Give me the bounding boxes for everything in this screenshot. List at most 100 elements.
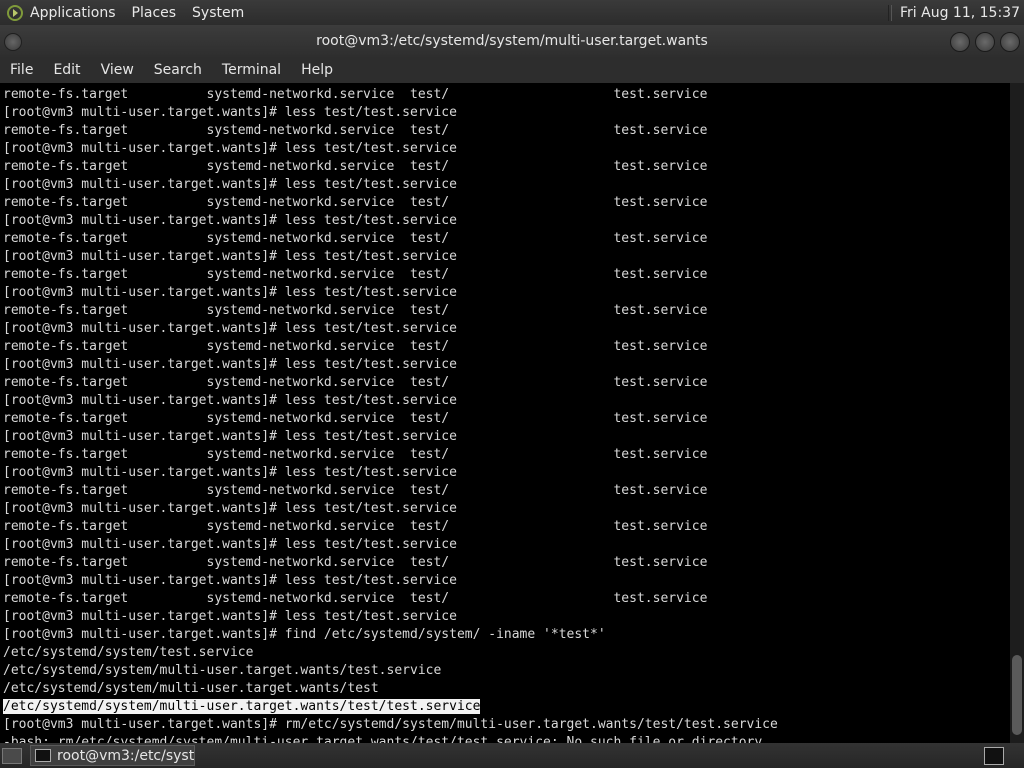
distro-logo-icon[interactable] [6, 4, 24, 22]
show-desktop-icon[interactable] [2, 747, 22, 764]
terminal-line-text: [root@vm3 multi-user.target.wants]# less… [3, 393, 457, 408]
terminal-line-text: remote-fs.target systemd-networkd.servic… [3, 411, 708, 426]
applications-menu[interactable]: Applications [30, 5, 116, 21]
terminal-line-text: [root@vm3 multi-user.target.wants]# less… [3, 321, 457, 336]
terminal-line-text: remote-fs.target systemd-networkd.servic… [3, 123, 708, 138]
terminal-line-text: [root@vm3 multi-user.target.wants]# less… [3, 609, 457, 624]
menu-search[interactable]: Search [154, 62, 202, 78]
terminal-line-text: [root@vm3 multi-user.target.wants]# less… [3, 285, 457, 300]
menu-file[interactable]: File [10, 62, 33, 78]
maximize-button[interactable] [975, 32, 995, 52]
terminal-line: [root@vm3 multi-user.target.wants]# find… [3, 626, 1010, 644]
terminal-line-text: remote-fs.target systemd-networkd.servic… [3, 87, 708, 102]
places-menu[interactable]: Places [132, 5, 177, 21]
menu-help[interactable]: Help [301, 62, 333, 78]
terminal-line-text: remote-fs.target systemd-networkd.servic… [3, 483, 708, 498]
terminal-line-text: [root@vm3 multi-user.target.wants]# less… [3, 501, 457, 516]
panel-separator [888, 4, 893, 21]
terminal-line-text: [root@vm3 multi-user.target.wants]# find… [3, 627, 606, 642]
terminal-line-text: remote-fs.target systemd-networkd.servic… [3, 375, 708, 390]
terminal-line: /etc/systemd/system/multi-user.target.wa… [3, 698, 1010, 716]
close-button[interactable] [1000, 32, 1020, 52]
terminal-line: remote-fs.target systemd-networkd.servic… [3, 374, 1010, 392]
terminal-line-text: [root@vm3 multi-user.target.wants]# less… [3, 429, 457, 444]
terminal-line-text: -bash: rm/etc/systemd/system/multi-user.… [3, 735, 763, 743]
terminal-line: /etc/systemd/system/multi-user.target.wa… [3, 680, 1010, 698]
terminal-line-text: [root@vm3 multi-user.target.wants]# less… [3, 573, 457, 588]
terminal-line-text: remote-fs.target systemd-networkd.servic… [3, 303, 708, 318]
terminal-line: [root@vm3 multi-user.target.wants]# rm/e… [3, 716, 1010, 734]
clock[interactable]: Fri Aug 11, 15:37 [900, 5, 1020, 21]
terminal-line-text: remote-fs.target systemd-networkd.servic… [3, 267, 708, 282]
terminal-line-text: [root@vm3 multi-user.target.wants]# less… [3, 105, 457, 120]
terminal-line-text: remote-fs.target systemd-networkd.servic… [3, 231, 708, 246]
terminal-line: remote-fs.target systemd-networkd.servic… [3, 230, 1010, 248]
taskbar-window-button[interactable]: root@vm3:/etc/syst... [30, 745, 195, 766]
terminal-line: remote-fs.target systemd-networkd.servic… [3, 446, 1010, 464]
terminal-line: remote-fs.target systemd-networkd.servic… [3, 410, 1010, 428]
terminal-line-text: remote-fs.target systemd-networkd.servic… [3, 591, 708, 606]
terminal-line: [root@vm3 multi-user.target.wants]# less… [3, 536, 1010, 554]
terminal-icon[interactable] [984, 746, 1004, 765]
terminal-line: /etc/systemd/system/test.service [3, 644, 1010, 662]
terminal-scrollbar[interactable] [1010, 83, 1024, 743]
terminal-line-text: remote-fs.target systemd-networkd.servic… [3, 447, 708, 462]
terminal-line: [root@vm3 multi-user.target.wants]# less… [3, 392, 1010, 410]
terminal-line-text: /etc/systemd/system/test.service [3, 645, 254, 660]
terminal-line-text: /etc/systemd/system/multi-user.target.wa… [3, 663, 442, 678]
terminal-line: [root@vm3 multi-user.target.wants]# less… [3, 320, 1010, 338]
terminal-line: remote-fs.target systemd-networkd.servic… [3, 266, 1010, 284]
terminal-line: [root@vm3 multi-user.target.wants]# less… [3, 500, 1010, 518]
window-title: root@vm3:/etc/systemd/system/multi-user.… [316, 33, 708, 49]
terminal-line: remote-fs.target systemd-networkd.servic… [3, 122, 1010, 140]
terminal-line-text: /etc/systemd/system/multi-user.target.wa… [3, 699, 481, 714]
terminal-line: [root@vm3 multi-user.target.wants]# less… [3, 140, 1010, 158]
terminal-line-text: remote-fs.target systemd-networkd.servic… [3, 159, 708, 174]
terminal-line: [root@vm3 multi-user.target.wants]# less… [3, 104, 1010, 122]
terminal-line: -bash: rm/etc/systemd/system/multi-user.… [3, 734, 1010, 743]
terminal-line: [root@vm3 multi-user.target.wants]# less… [3, 176, 1010, 194]
terminal-line-text: remote-fs.target systemd-networkd.servic… [3, 519, 708, 534]
minimize-button[interactable] [950, 32, 970, 52]
terminal-line: [root@vm3 multi-user.target.wants]# less… [3, 464, 1010, 482]
terminal-line-text: remote-fs.target systemd-networkd.servic… [3, 339, 708, 354]
terminal-line: [root@vm3 multi-user.target.wants]# less… [3, 212, 1010, 230]
terminal-line: remote-fs.target systemd-networkd.servic… [3, 86, 1010, 104]
terminal-line: remote-fs.target systemd-networkd.servic… [3, 482, 1010, 500]
scrollbar-thumb[interactable] [1012, 655, 1022, 735]
terminal-line-text: [root@vm3 multi-user.target.wants]# rm/e… [3, 717, 778, 732]
terminal-line-text: [root@vm3 multi-user.target.wants]# less… [3, 249, 457, 264]
terminal-line: [root@vm3 multi-user.target.wants]# less… [3, 284, 1010, 302]
menubar: File Edit View Search Terminal Help [0, 57, 1024, 83]
terminal-line-text: [root@vm3 multi-user.target.wants]# less… [3, 177, 457, 192]
terminal-line: remote-fs.target systemd-networkd.servic… [3, 554, 1010, 572]
terminal-line: remote-fs.target systemd-networkd.servic… [3, 590, 1010, 608]
taskbar-window-label: root@vm3:/etc/syst... [57, 747, 195, 764]
terminal-line-text: [root@vm3 multi-user.target.wants]# less… [3, 537, 457, 552]
terminal-line: remote-fs.target systemd-networkd.servic… [3, 158, 1010, 176]
terminal-line: [root@vm3 multi-user.target.wants]# less… [3, 572, 1010, 590]
terminal-line-text: /etc/systemd/system/multi-user.target.wa… [3, 681, 379, 696]
terminal-line: [root@vm3 multi-user.target.wants]# less… [3, 608, 1010, 626]
terminal-line: remote-fs.target systemd-networkd.servic… [3, 302, 1010, 320]
terminal-line: [root@vm3 multi-user.target.wants]# less… [3, 356, 1010, 374]
menu-view[interactable]: View [101, 62, 134, 78]
terminal-output[interactable]: remote-fs.target systemd-networkd.servic… [0, 83, 1010, 743]
terminal-line: remote-fs.target systemd-networkd.servic… [3, 518, 1010, 536]
terminal-line-text: remote-fs.target systemd-networkd.servic… [3, 195, 708, 210]
terminal-line-text: [root@vm3 multi-user.target.wants]# less… [3, 213, 457, 228]
window-titlebar[interactable]: root@vm3:/etc/systemd/system/multi-user.… [0, 25, 1024, 57]
terminal-line-text: [root@vm3 multi-user.target.wants]# less… [3, 465, 457, 480]
system-menu[interactable]: System [192, 5, 244, 21]
terminal-line: remote-fs.target systemd-networkd.servic… [3, 338, 1010, 356]
terminal-line: [root@vm3 multi-user.target.wants]# less… [3, 248, 1010, 266]
menu-edit[interactable]: Edit [53, 62, 80, 78]
terminal-line-text: remote-fs.target systemd-networkd.servic… [3, 555, 708, 570]
window-menu-button[interactable] [4, 33, 22, 51]
terminal-icon [35, 749, 51, 762]
terminal-line: /etc/systemd/system/multi-user.target.wa… [3, 662, 1010, 680]
menu-terminal[interactable]: Terminal [222, 62, 281, 78]
terminal-line: [root@vm3 multi-user.target.wants]# less… [3, 428, 1010, 446]
terminal-line-text: [root@vm3 multi-user.target.wants]# less… [3, 141, 457, 156]
top-panel: Applications Places System Fri Aug 11, 1… [0, 0, 1024, 25]
